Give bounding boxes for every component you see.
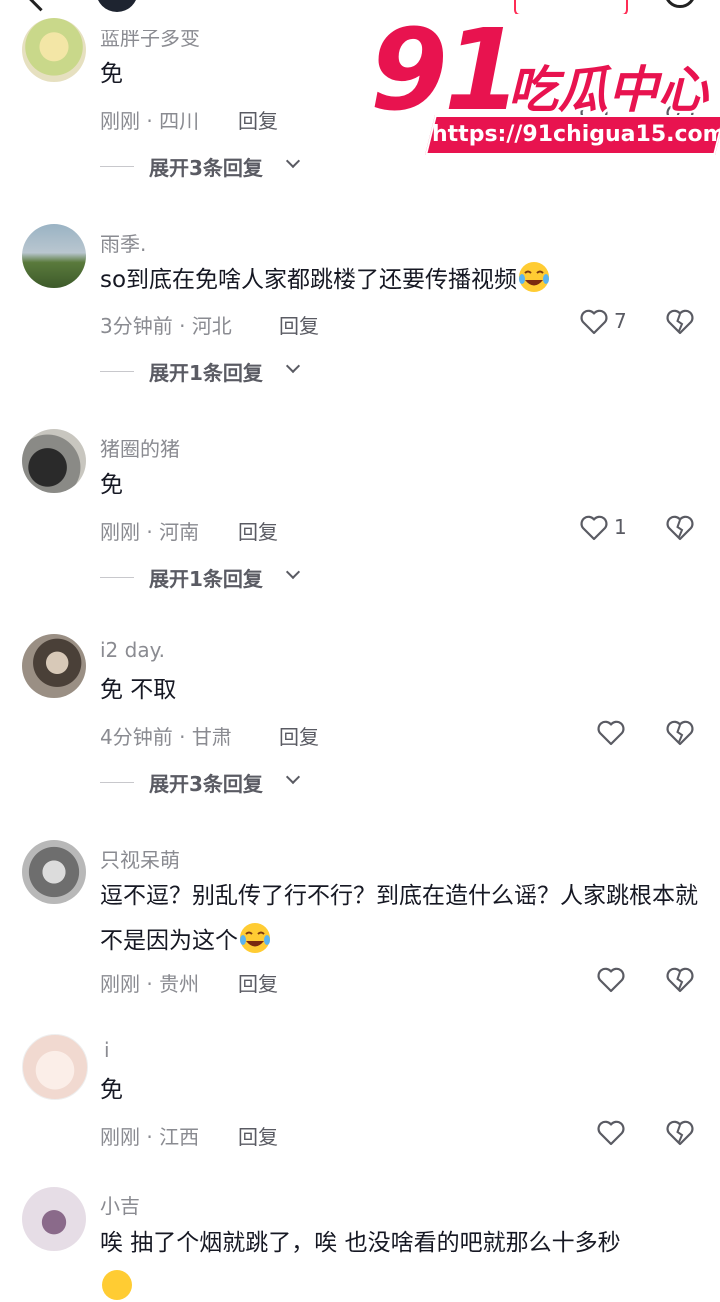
reply-button[interactable]: 回复 bbox=[238, 105, 278, 134]
comment-location: 四川 bbox=[159, 109, 200, 133]
author-avatar[interactable] bbox=[96, 0, 138, 12]
like-button[interactable]: 1 bbox=[580, 515, 640, 543]
avatar[interactable] bbox=[22, 1034, 88, 1100]
comment-author[interactable]: 雨季. bbox=[100, 228, 146, 257]
expand-replies-button[interactable]: 展开1条回复 bbox=[100, 357, 360, 385]
comment-text: 免 不取 bbox=[100, 677, 177, 703]
like-count: 1 bbox=[614, 515, 627, 539]
crying-laughing-emoji bbox=[240, 923, 270, 953]
heart-icon bbox=[597, 967, 625, 993]
comment-author[interactable]: 猪圈的猪 bbox=[100, 433, 180, 462]
comment-meta: 4分钟前 · 甘肃 bbox=[100, 725, 232, 749]
reply-button[interactable]: 回复 bbox=[279, 310, 319, 339]
reply-button[interactable]: 回复 bbox=[238, 516, 278, 545]
chevron-down-icon bbox=[285, 153, 301, 169]
comment-author[interactable]: i bbox=[104, 1038, 110, 1062]
back-arrow-icon[interactable] bbox=[25, 0, 56, 12]
heart-icon bbox=[580, 515, 608, 541]
expand-replies-button[interactable]: 展开3条回复 bbox=[100, 152, 360, 180]
reply-button[interactable]: 回复 bbox=[238, 1121, 278, 1150]
dislike-button[interactable] bbox=[666, 309, 696, 337]
chevron-down-icon bbox=[285, 564, 301, 580]
comment-author[interactable]: 小吉 bbox=[100, 1190, 140, 1219]
broken-heart-icon bbox=[666, 967, 694, 993]
like-button[interactable] bbox=[597, 967, 657, 995]
dislike-button[interactable] bbox=[666, 720, 696, 748]
broken-heart-icon bbox=[666, 720, 694, 746]
chevron-down-icon bbox=[285, 769, 301, 785]
like-count: 7 bbox=[614, 309, 627, 333]
comment-time: 刚刚 bbox=[100, 520, 140, 544]
comment-author[interactable]: 蓝胖子多变 bbox=[100, 30, 200, 51]
divider-line bbox=[100, 782, 134, 783]
comment-location: 河南 bbox=[159, 520, 200, 544]
comment-time: 刚刚 bbox=[100, 972, 140, 996]
comment-meta: 刚刚 · 江西 bbox=[100, 1125, 200, 1149]
comment-time: 4分钟前 bbox=[100, 725, 173, 749]
comment-meta: 3分钟前 · 河北 bbox=[100, 314, 232, 338]
watermark-url: https://91chigua15.com bbox=[432, 122, 720, 147]
dislike-button[interactable] bbox=[666, 967, 696, 995]
comment-meta: 刚刚 · 四川 bbox=[100, 109, 200, 133]
comment-text: 逗不逗？别乱传了行不行？到底在造什么谣？人家跳根本就不是因为这个 bbox=[100, 874, 700, 964]
comment-location: 江西 bbox=[159, 1125, 200, 1149]
comment-location: 河北 bbox=[191, 314, 232, 338]
expand-replies-button[interactable]: 展开1条回复 bbox=[100, 563, 360, 591]
reply-button[interactable]: 回复 bbox=[238, 968, 278, 997]
avatar[interactable] bbox=[22, 18, 86, 82]
divider-line bbox=[100, 577, 134, 578]
avatar[interactable] bbox=[22, 840, 86, 904]
avatar[interactable] bbox=[22, 634, 86, 698]
crying-laughing-emoji bbox=[519, 262, 550, 292]
chevron-down-icon bbox=[285, 358, 301, 374]
comment-text: 唉 抽了个烟就跳了，唉 也没啥看的吧就那么十多秒 bbox=[100, 1230, 621, 1256]
comment-time: 3分钟前 bbox=[100, 314, 173, 338]
comment-text: 免 bbox=[100, 472, 123, 498]
broken-heart-icon bbox=[666, 1120, 694, 1146]
comment-location: 贵州 bbox=[159, 972, 200, 996]
comment-meta: 刚刚 · 贵州 bbox=[100, 972, 200, 996]
comment-text-content: 逗不逗？别乱传了行不行？到底在造什么谣？人家跳根本就不是因为这个 bbox=[100, 883, 698, 954]
divider-line bbox=[100, 371, 134, 372]
comment-meta: 刚刚 · 河南 bbox=[100, 520, 200, 544]
avatar[interactable] bbox=[22, 224, 86, 288]
expand-replies-button[interactable]: 展开3条回复 bbox=[100, 768, 360, 796]
comment-author[interactable]: i2 day. bbox=[100, 638, 165, 662]
avatar[interactable] bbox=[22, 1187, 86, 1251]
comment-text: 免 bbox=[100, 1077, 123, 1103]
crying-laughing-emoji bbox=[102, 1270, 132, 1300]
heart-icon bbox=[580, 309, 608, 335]
like-button[interactable] bbox=[597, 1120, 657, 1148]
expand-replies-label: 展开3条回复 bbox=[149, 772, 263, 796]
comment-location: 甘肃 bbox=[191, 725, 232, 749]
heart-icon bbox=[597, 720, 625, 746]
dislike-button[interactable] bbox=[666, 1120, 696, 1148]
reply-button[interactable]: 回复 bbox=[279, 721, 319, 750]
comment-text: so到底在免啥人家都跳楼了还要传播视频 bbox=[100, 258, 700, 303]
watermark-url-banner: https://91chigua15.com bbox=[425, 115, 720, 155]
comment-time: 刚刚 bbox=[100, 109, 140, 133]
comment-time: 刚刚 bbox=[100, 1125, 140, 1149]
broken-heart-icon bbox=[666, 515, 694, 541]
like-button[interactable]: 7 bbox=[580, 309, 640, 337]
watermark-logo: 91 吃瓜中心 https://91chigua15.com bbox=[370, 6, 720, 160]
avatar[interactable] bbox=[22, 429, 86, 493]
watermark-title: 吃瓜中心 bbox=[508, 61, 708, 119]
comment-author[interactable]: 只视呆萌 bbox=[100, 844, 180, 873]
expand-replies-label: 展开3条回复 bbox=[149, 156, 263, 180]
search-icon[interactable] bbox=[664, 0, 696, 8]
divider-line bbox=[100, 166, 134, 167]
heart-icon bbox=[597, 1120, 625, 1146]
dislike-button[interactable] bbox=[666, 515, 696, 543]
expand-replies-label: 展开1条回复 bbox=[149, 567, 263, 591]
expand-replies-label: 展开1条回复 bbox=[149, 361, 263, 385]
like-button[interactable] bbox=[597, 720, 657, 748]
comment-text-content: so到底在免啥人家都跳楼了还要传播视频 bbox=[100, 267, 518, 293]
broken-heart-icon bbox=[666, 309, 694, 335]
